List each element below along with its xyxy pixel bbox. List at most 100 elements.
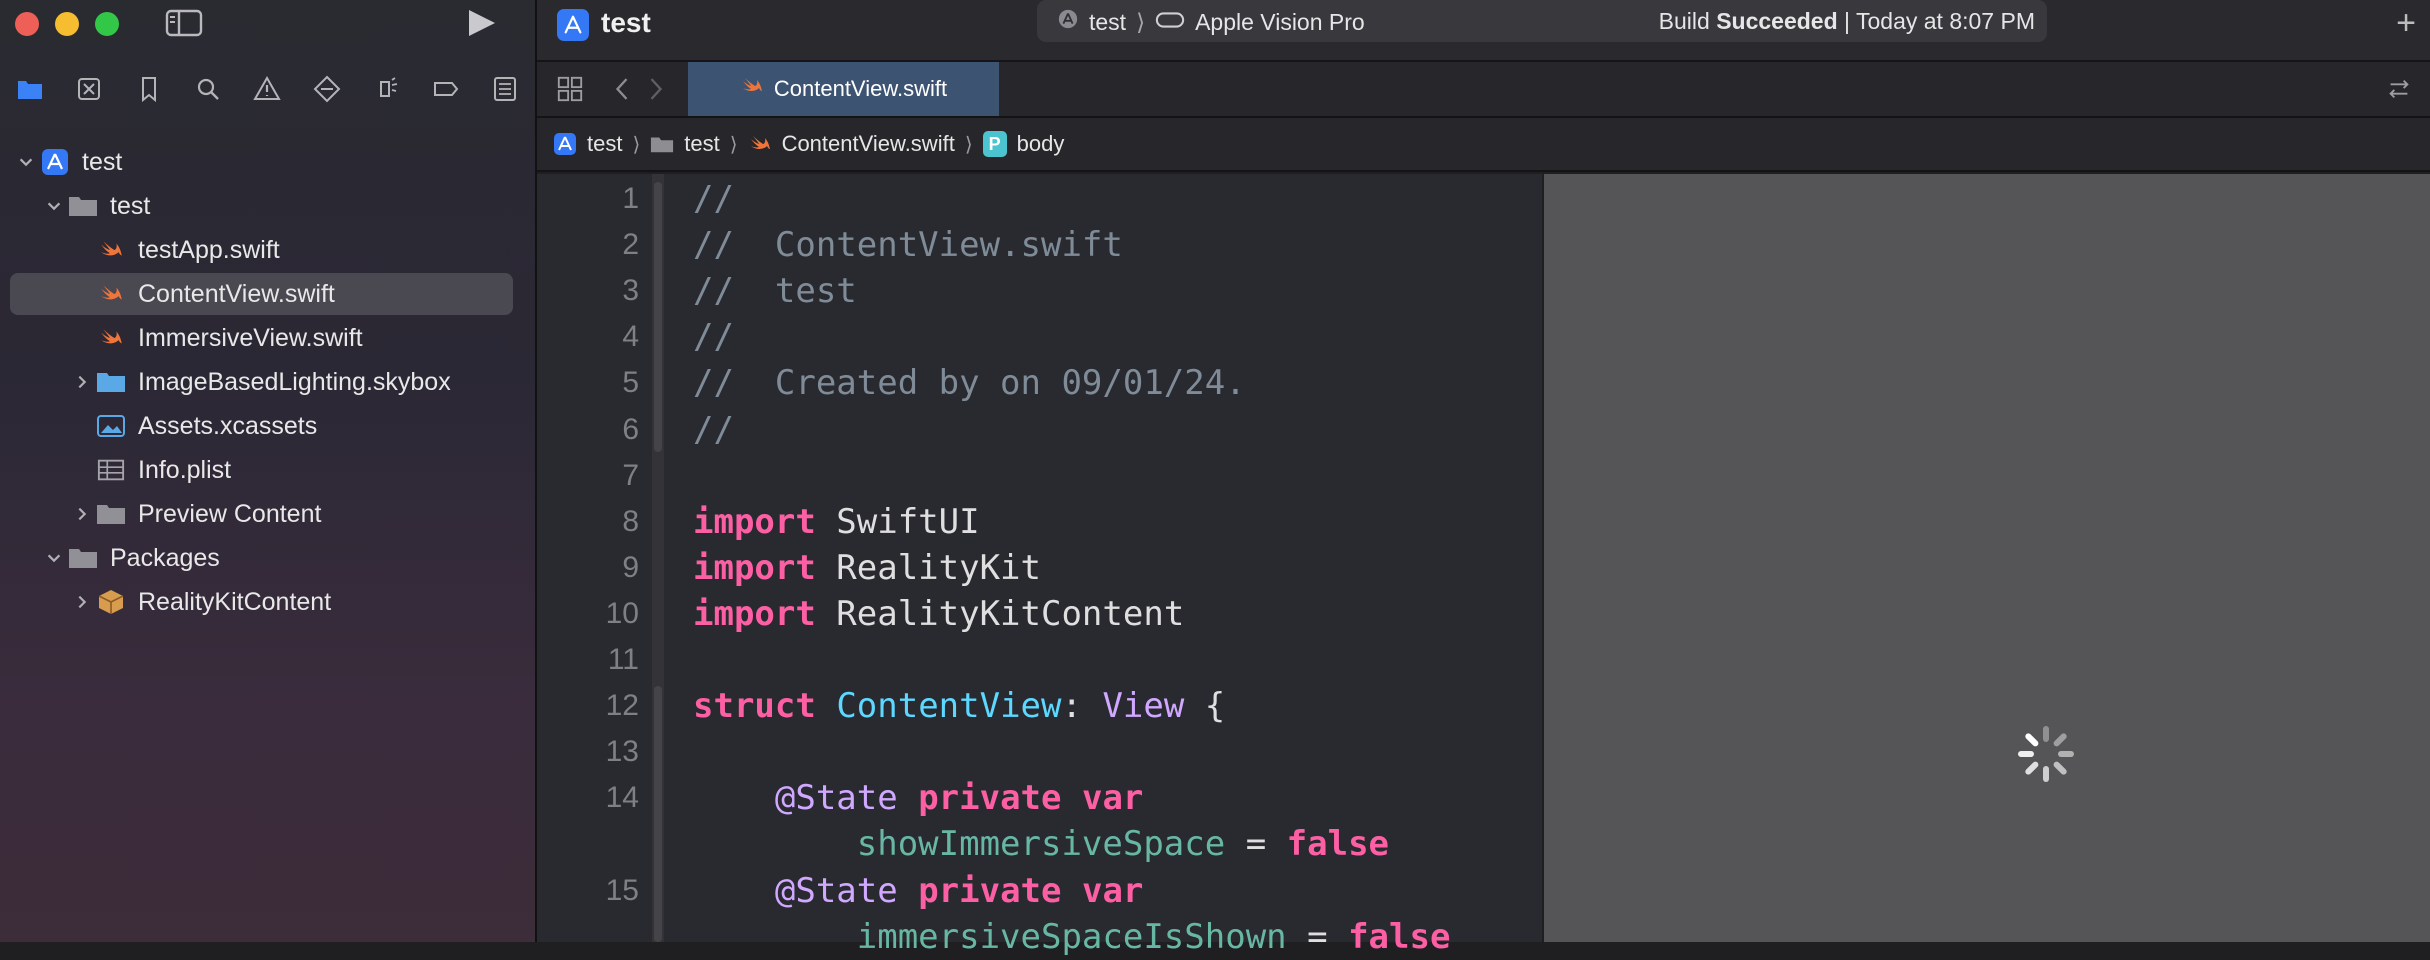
code-line[interactable]: 12 struct ContentView: View { — [537, 683, 1542, 729]
code-line[interactable]: 2 // ContentView.swift — [537, 222, 1542, 268]
spinner-spoke — [2018, 751, 2034, 757]
tree-row[interactable]: RealityKitContent — [0, 580, 535, 624]
run-icon[interactable] — [464, 8, 498, 38]
search-icon[interactable] — [178, 66, 237, 112]
chevron-down-icon[interactable] — [12, 148, 40, 176]
tree-row[interactable]: ContentView.swift — [0, 272, 535, 316]
code-line[interactable]: immersiveSpaceIsShown = false — [537, 914, 1542, 960]
code-token: View — [1102, 686, 1185, 727]
bookmark-icon[interactable] — [119, 66, 178, 112]
swift-icon — [96, 280, 126, 308]
chevron-down-icon[interactable] — [40, 544, 68, 572]
navigator-selector-bar — [0, 66, 535, 112]
tree-row-label: ContentView.swift — [138, 279, 335, 308]
folder-icon[interactable] — [0, 66, 59, 112]
scheme-selector[interactable]: test ⟩ Apple Vision Pro — [1057, 8, 1365, 36]
build-status-result: Succeeded — [1716, 8, 1838, 34]
code-line[interactable]: 10 import RealityKitContent — [537, 591, 1542, 637]
swap-editors-icon[interactable] — [2382, 72, 2416, 106]
navigator-sidebar: test test testApp.swift ContentView.swift Im… — [0, 0, 537, 942]
back-icon[interactable] — [605, 72, 639, 106]
report-icon[interactable] — [476, 66, 535, 112]
chevron-right-icon: ⟩ — [729, 133, 738, 156]
tree-row[interactable]: Assets.xcassets — [0, 404, 535, 448]
code-token: // Created by on 09/01/24. — [693, 363, 1246, 404]
source-control-icon[interactable] — [59, 66, 118, 112]
tree-row[interactable]: Info.plist — [0, 448, 535, 492]
code-line[interactable]: 5 // Created by on 09/01/24. — [537, 360, 1542, 406]
code-token: private — [918, 778, 1062, 819]
code-line[interactable]: 7 — [537, 453, 1542, 499]
build-status: Build Succeeded | Today at 8:07 PM — [1659, 8, 2035, 35]
chevron-down-icon[interactable] — [40, 192, 68, 220]
code-line[interactable]: 6 // — [537, 407, 1542, 453]
code-token: ContentView — [836, 686, 1062, 727]
assets-icon — [96, 412, 126, 440]
line-number: 13 — [605, 735, 639, 769]
code-line[interactable]: 15 @State private var — [537, 868, 1542, 914]
tree-row[interactable]: testApp.swift — [0, 228, 535, 272]
sidebar-toggle-icon[interactable] — [164, 8, 204, 38]
blue-folder-icon — [96, 368, 126, 396]
tree-row[interactable]: Packages — [0, 536, 535, 580]
breadcrumb-project[interactable]: test — [587, 131, 622, 157]
code-token: showImmersiveSpace — [856, 824, 1226, 865]
breadcrumb-group[interactable]: test — [684, 131, 719, 157]
project-icon — [553, 132, 577, 156]
package-icon — [96, 588, 126, 616]
tab-contentview-swift[interactable]: ContentView.swift — [688, 62, 999, 116]
code-text: // — [693, 314, 734, 360]
chevron-right-icon: ⟩ — [1136, 8, 1146, 35]
breakpoint-icon[interactable] — [416, 66, 475, 112]
tree-row-label: Info.plist — [138, 455, 232, 484]
window-close-button[interactable] — [15, 12, 39, 36]
warning-icon[interactable] — [238, 66, 297, 112]
line-number: 7 — [622, 458, 639, 492]
code-token: { — [1184, 686, 1226, 727]
folder-icon — [96, 500, 126, 528]
spinner-spoke — [2043, 726, 2049, 742]
code-text: import RealityKit — [693, 545, 1041, 591]
test-icon[interactable] — [297, 66, 356, 112]
breadcrumb-file[interactable]: ContentView.swift — [782, 131, 955, 157]
chevron-right-icon[interactable] — [68, 368, 96, 396]
swift-icon — [96, 324, 126, 352]
code-token: import — [693, 593, 816, 634]
library-add-button[interactable]: + — [2396, 4, 2416, 43]
line-number: 2 — [622, 228, 639, 262]
code-line[interactable]: showImmersiveSpace = false — [537, 821, 1542, 867]
project-title: test — [601, 7, 651, 38]
chevron-right-icon[interactable] — [68, 588, 96, 616]
forward-icon[interactable] — [639, 72, 673, 106]
code-token: @State — [774, 870, 898, 911]
breadcrumb-symbol[interactable]: body — [1017, 131, 1065, 157]
debug-icon[interactable] — [357, 66, 416, 112]
tree-row[interactable]: ImageBasedLighting.skybox — [0, 360, 535, 404]
code-editor[interactable]: 1 // 2 // ContentView.swift 3 // test 4 // 5 // C… — [537, 174, 1542, 957]
code-line[interactable]: 11 — [537, 637, 1542, 683]
code-line[interactable]: 1 // — [537, 176, 1542, 222]
code-line[interactable]: 9 import RealityKit — [537, 545, 1542, 591]
tree-row[interactable]: test — [0, 140, 535, 184]
tree-row[interactable]: Preview Content — [0, 492, 535, 536]
code-text: // ContentView.swift — [693, 222, 1123, 268]
window-zoom-button[interactable] — [95, 12, 119, 36]
grid-icon[interactable] — [553, 72, 587, 106]
project-navigator-tree: test test testApp.swift ContentView.swift Im… — [0, 140, 535, 624]
window-minimize-button[interactable] — [55, 12, 79, 36]
tree-row[interactable]: ImmersiveView.swift — [0, 316, 535, 360]
code-line[interactable]: 8 import SwiftUI — [537, 499, 1542, 545]
code-token: private — [918, 870, 1062, 911]
chevron-right-icon[interactable] — [68, 500, 96, 528]
code-line[interactable]: 3 // test — [537, 268, 1542, 314]
code-line[interactable]: 4 // — [537, 314, 1542, 360]
code-line[interactable]: 14 @State private var — [537, 775, 1542, 821]
tree-row[interactable]: test — [0, 184, 535, 228]
code-line[interactable]: 13 — [537, 729, 1542, 775]
